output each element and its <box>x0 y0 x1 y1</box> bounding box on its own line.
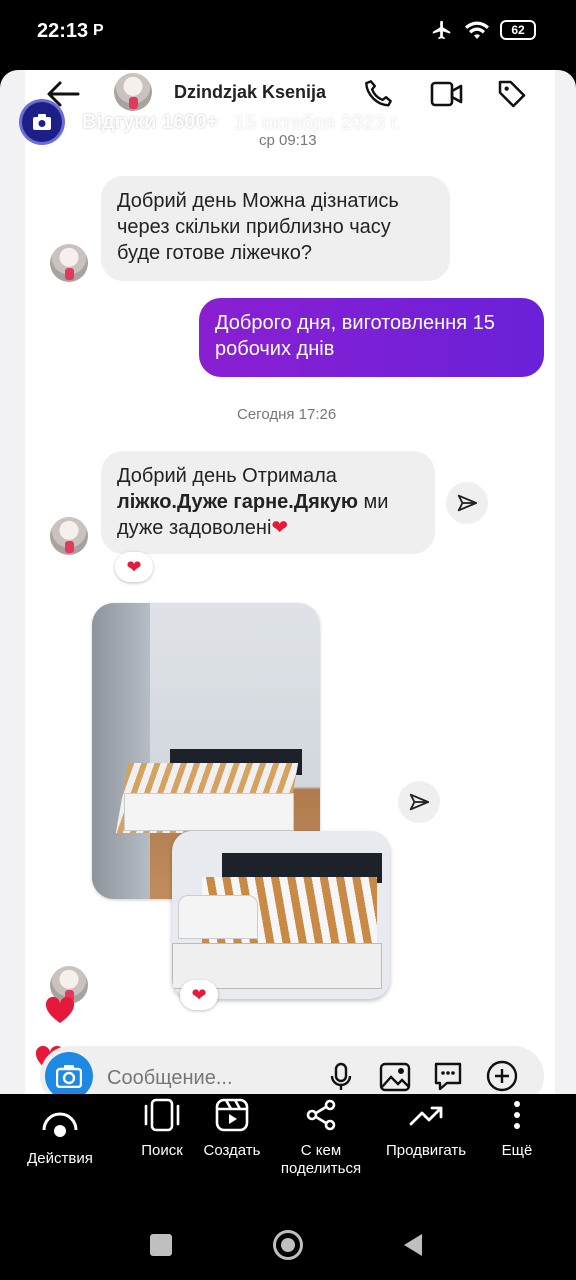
message-composer: Сообщение... <box>40 1046 544 1094</box>
message-line: ліжко.Дуже гарне.Дякую ми <box>117 489 419 515</box>
microphone-icon[interactable] <box>330 1062 352 1092</box>
sender-avatar <box>50 244 88 282</box>
send-icon <box>457 494 478 512</box>
trending-up-icon <box>409 1106 443 1126</box>
share-button[interactable] <box>398 781 440 823</box>
more-vertical-icon <box>514 1101 520 1129</box>
lens-scan-icon <box>144 1098 180 1132</box>
message-bold-text: ліжко.Дуже гарне.Дякую <box>117 491 358 513</box>
message-line: через скільки приблизно часу <box>117 216 391 238</box>
photo-wall-shadow <box>92 603 150 899</box>
share-label-line2: поделиться <box>280 1160 362 1177</box>
reels-icon <box>215 1098 249 1132</box>
search-label: Поиск <box>141 1142 183 1159</box>
heart-reaction[interactable]: ❤ <box>115 552 153 582</box>
send-icon <box>409 793 430 811</box>
status-icons: 62 <box>430 19 536 41</box>
message-line: Добрий день Отримала <box>117 465 337 487</box>
actions-icon <box>42 1112 78 1137</box>
recents-button[interactable] <box>150 1234 172 1256</box>
phone-icon[interactable] <box>362 78 394 110</box>
message-text: ми <box>357 491 389 513</box>
incoming-message[interactable]: Добрий день Можна дізнатись через скільк… <box>101 176 450 281</box>
message-line: Доброго дня, виготовлення 15 <box>215 312 495 334</box>
message-line: буде готове ліжечко? <box>117 242 312 264</box>
timestamp: ср 09:13 <box>259 132 317 149</box>
carrier-icon: P <box>93 22 104 39</box>
share-icon <box>306 1099 336 1131</box>
camera-badge-icon <box>33 114 51 130</box>
sender-avatar <box>50 517 88 555</box>
photo-side-rail <box>178 895 258 939</box>
search-button[interactable]: Поиск <box>131 1098 193 1160</box>
photo-bed-frame <box>124 793 294 831</box>
home-button[interactable] <box>273 1230 303 1260</box>
create-button[interactable]: Создать <box>196 1098 268 1160</box>
battery-icon: 62 <box>500 20 536 40</box>
wifi-icon <box>465 21 489 39</box>
back-button[interactable] <box>402 1232 424 1258</box>
promote-button[interactable]: Продвигать <box>376 1098 476 1160</box>
overlay-title: Відгуки 1600+ <box>82 111 219 133</box>
profile-badge <box>22 102 62 142</box>
message-line: робочих днів <box>215 338 335 360</box>
incoming-message[interactable]: Добрий день Отримала ліжко.Дуже гарне.Дя… <box>101 451 435 554</box>
message-input[interactable]: Сообщение... <box>107 1067 233 1090</box>
share-label-line1: С кем <box>300 1142 342 1159</box>
share-button[interactable] <box>446 482 488 524</box>
story-toolbar: Действия Поиск Создать С кем поделиться … <box>0 1094 576 1200</box>
airplane-icon <box>432 20 451 40</box>
sticker-message-icon[interactable] <box>432 1060 464 1092</box>
floating-heart-icon <box>45 996 75 1023</box>
actions-button[interactable]: Действия <box>20 1110 100 1168</box>
heart-reaction[interactable]: ❤ <box>180 980 218 1010</box>
more-button[interactable]: Ещё <box>490 1098 544 1160</box>
gallery-icon[interactable] <box>379 1062 411 1092</box>
contact-avatar[interactable] <box>114 73 152 111</box>
bed-photo-2[interactable] <box>172 831 390 999</box>
actions-label: Действия <box>27 1150 93 1167</box>
timestamp: Сегодня 17:26 <box>237 406 337 423</box>
video-call-icon[interactable] <box>430 80 464 108</box>
add-icon[interactable] <box>486 1060 518 1092</box>
camera-icon <box>56 1065 82 1088</box>
message-line: Добрий день Можна дізнатись <box>117 190 399 212</box>
create-label: Создать <box>203 1142 261 1159</box>
clock: 22:13 <box>37 20 89 42</box>
message-line: дуже задоволені❤ <box>117 515 419 541</box>
share-with-button[interactable]: С кем поделиться <box>270 1098 372 1178</box>
heart-emoji: ❤ <box>271 517 289 539</box>
screenshot-card: Dzindzjak Ksenija Відгуки 1600+ 15 октяб… <box>0 70 576 1094</box>
home-dot <box>281 1238 295 1252</box>
outgoing-message[interactable]: Доброго дня, виготовлення 15 робочих дні… <box>199 298 544 377</box>
promote-label: Продвигать <box>385 1142 467 1159</box>
system-navigation-bar <box>0 1200 576 1280</box>
message-text: дуже задоволені <box>117 517 272 539</box>
camera-button[interactable] <box>45 1052 93 1094</box>
more-label: Ещё <box>501 1142 533 1159</box>
status-bar: 22:13 P 62 <box>0 0 576 64</box>
tag-icon[interactable] <box>496 78 528 110</box>
contact-name[interactable]: Dzindzjak Ksenija <box>174 82 326 103</box>
